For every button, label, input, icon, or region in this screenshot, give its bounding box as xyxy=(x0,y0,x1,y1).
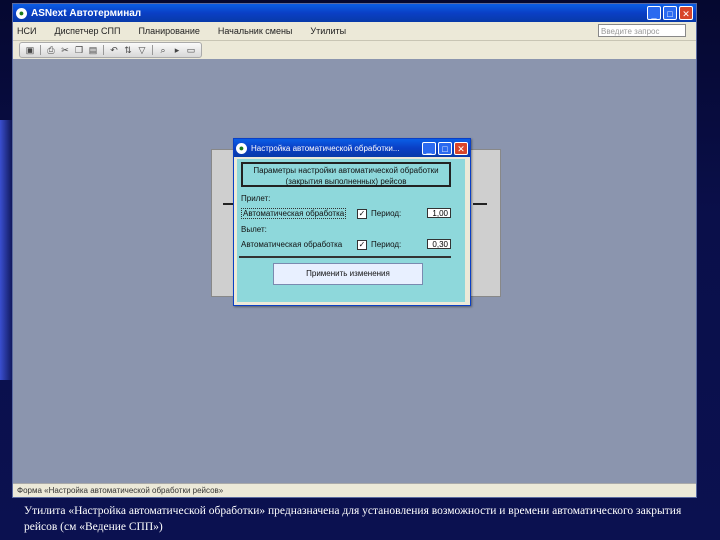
apply-changes-button[interactable]: Применить изменения xyxy=(273,263,423,285)
menu-item-shift-chief[interactable]: Начальник смены xyxy=(218,26,293,36)
status-bar: Форма «Настройка автоматической обработк… xyxy=(13,483,696,497)
toolbar-separator xyxy=(152,45,153,55)
paste-icon[interactable]: ▤ xyxy=(88,45,98,55)
nav-icon[interactable]: ▸ xyxy=(172,45,182,55)
minimize-icon[interactable]: _ xyxy=(647,6,661,20)
filter-icon[interactable]: ▽ xyxy=(137,45,147,55)
slide-caption: Утилита «Настройка автоматической обрабо… xyxy=(24,505,682,533)
menu-item-nsi[interactable]: НСИ xyxy=(17,26,36,36)
background-form-line-right xyxy=(473,203,487,205)
save-icon[interactable]: ▣ xyxy=(25,45,35,55)
maximize-icon[interactable]: □ xyxy=(663,6,677,20)
menu-item-dispatcher[interactable]: Диспетчер СПП xyxy=(54,26,120,36)
departure-period-label: Период: xyxy=(371,240,402,249)
menu-bar: НСИ Диспетчер СПП Планирование Начальник… xyxy=(13,22,696,41)
dialog-divider xyxy=(239,256,451,258)
toolbar: ▣ ⎙ ✂ ❐ ▤ ↶ ⇅ ▽ ⌕ ▸ ▭ xyxy=(13,41,696,60)
dialog-titlebar[interactable]: ● Настройка автоматической обработки... … xyxy=(234,139,470,157)
arrival-auto-label: Автоматическая обработка xyxy=(241,208,347,219)
close-icon[interactable]: ✕ xyxy=(679,6,693,20)
toolbar-separator xyxy=(40,45,41,55)
dialog-header: Параметры настройки автоматической обраб… xyxy=(241,162,451,187)
departure-section-label: Вылет: xyxy=(241,225,267,234)
toolbar-separator xyxy=(103,45,104,55)
menu-item-utilities[interactable]: Утилиты xyxy=(310,26,346,36)
dialog-body: Параметры настройки автоматической обраб… xyxy=(237,159,465,302)
dialog-title: Настройка автоматической обработки... xyxy=(251,143,400,153)
app-title: ASNext Автотерминал xyxy=(31,7,142,19)
menu-item-planning[interactable]: Планирование xyxy=(138,26,199,36)
departure-period-input[interactable]: 0,30 xyxy=(427,239,451,249)
departure-auto-checkbox[interactable]: ✓ xyxy=(357,240,367,250)
arrival-auto-checkbox[interactable]: ✓ xyxy=(357,209,367,219)
app-titlebar[interactable]: ● ASNext Автотерминал _ □ ✕ xyxy=(13,4,696,22)
dialog-logo-icon: ● xyxy=(236,142,247,154)
copy-icon[interactable]: ❐ xyxy=(74,45,84,55)
sort-icon[interactable]: ⇅ xyxy=(123,45,133,55)
dialog-minimize-icon[interactable]: _ xyxy=(422,141,436,155)
undo-icon[interactable]: ↶ xyxy=(109,45,119,55)
arrival-section-label: Прилет: xyxy=(241,194,271,203)
dialog-close-icon[interactable]: ✕ xyxy=(454,141,468,155)
print-icon[interactable]: ⎙ xyxy=(46,45,56,55)
arrival-period-input[interactable]: 1,00 xyxy=(427,208,451,218)
window-icon[interactable]: ▭ xyxy=(186,45,196,55)
toolbar-strip: ▣ ⎙ ✂ ❐ ▤ ↶ ⇅ ▽ ⌕ ▸ ▭ xyxy=(19,42,202,58)
dialog-maximize-icon[interactable]: □ xyxy=(438,141,452,155)
help-search-input[interactable]: Введите запрос xyxy=(598,24,686,37)
find-icon[interactable]: ⌕ xyxy=(158,45,168,55)
cut-icon[interactable]: ✂ xyxy=(60,45,70,55)
app-logo-icon: ● xyxy=(16,7,27,19)
departure-auto-label: Автоматическая обработка xyxy=(241,240,343,249)
auto-processing-dialog: ● Настройка автоматической обработки... … xyxy=(233,138,471,306)
arrival-period-label: Период: xyxy=(371,209,402,218)
